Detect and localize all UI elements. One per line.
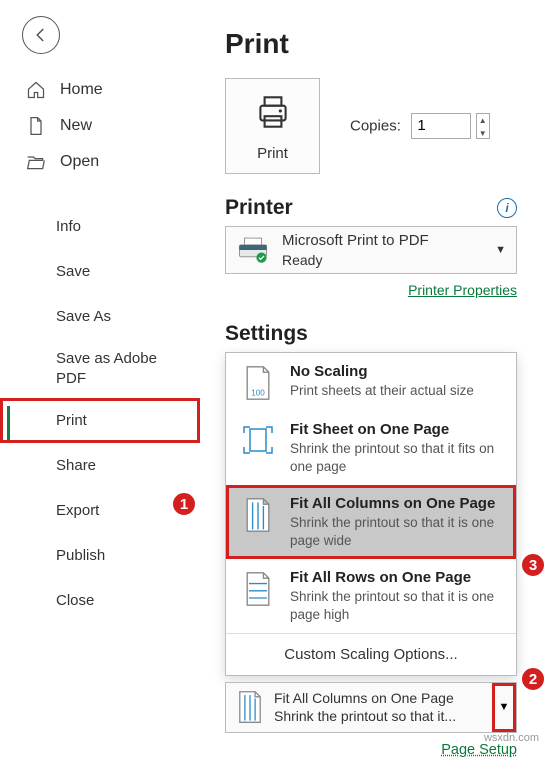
nav-new-label: New bbox=[60, 117, 92, 135]
fit-rows-icon bbox=[240, 571, 276, 607]
nav-sub-group: Info Save Save As Save as Adobe PDF Prin… bbox=[0, 204, 200, 623]
home-icon bbox=[26, 80, 46, 100]
nav-new[interactable]: New bbox=[0, 108, 200, 144]
page-actual-icon: 100 bbox=[240, 365, 276, 401]
copies-group: Copies: ▲ ▼ bbox=[350, 113, 490, 139]
printer-selector[interactable]: Microsoft Print to PDF Ready ▼ bbox=[225, 226, 517, 274]
arrow-left-icon bbox=[32, 26, 50, 44]
fit-columns-icon bbox=[236, 690, 264, 724]
nav-info[interactable]: Info bbox=[0, 204, 200, 249]
copies-input[interactable] bbox=[411, 113, 471, 139]
document-icon bbox=[26, 116, 46, 136]
option-fit-rows[interactable]: Fit All Rows on One Page Shrink the prin… bbox=[226, 559, 516, 633]
print-button-label: Print bbox=[257, 145, 288, 162]
printer-properties-link[interactable]: Printer Properties bbox=[408, 282, 517, 298]
copies-spinner[interactable]: ▲ ▼ bbox=[476, 113, 490, 139]
back-button[interactable] bbox=[22, 16, 60, 54]
scaling-dropdown-button[interactable]: ▼ bbox=[494, 685, 514, 729]
printer-device-icon bbox=[236, 233, 270, 267]
info-icon[interactable]: i bbox=[497, 198, 517, 218]
spinner-down-icon[interactable]: ▼ bbox=[477, 127, 489, 140]
option-no-scaling[interactable]: 100 No Scaling Print sheets at their act… bbox=[226, 353, 516, 411]
custom-scaling-link[interactable]: Custom Scaling Options... bbox=[226, 633, 516, 675]
nav-open[interactable]: Open bbox=[0, 144, 200, 180]
scaling-options-popup: 100 No Scaling Print sheets at their act… bbox=[225, 352, 517, 676]
folder-open-icon bbox=[26, 152, 46, 172]
annotation-badge-3: 3 bbox=[520, 552, 545, 578]
option-fit-sheet[interactable]: Fit Sheet on One Page Shrink the printou… bbox=[226, 411, 516, 485]
scaling-dropdown[interactable]: Fit All Columns on One Page Shrink the p… bbox=[225, 682, 517, 732]
option-title: Fit Sheet on One Page bbox=[290, 421, 506, 438]
current-scaling-sub: Shrink the printout so that it... bbox=[274, 707, 506, 725]
chevron-down-icon: ▼ bbox=[495, 244, 506, 256]
watermark: wsxdn.com bbox=[484, 732, 539, 744]
nav-home-label: Home bbox=[60, 81, 103, 99]
nav-save-adobe-pdf[interactable]: Save as Adobe PDF bbox=[0, 339, 200, 398]
option-sub: Shrink the printout so that it fits on o… bbox=[290, 440, 506, 475]
option-title: Fit All Rows on One Page bbox=[290, 569, 506, 586]
option-title: Fit All Columns on One Page bbox=[290, 495, 506, 512]
option-sub: Print sheets at their actual size bbox=[290, 382, 474, 400]
fit-sheet-icon bbox=[240, 423, 276, 459]
fit-columns-icon bbox=[240, 497, 276, 533]
settings-header: Settings bbox=[225, 322, 517, 346]
printer-icon bbox=[252, 91, 294, 133]
printer-status: Ready bbox=[282, 251, 429, 269]
spinner-up-icon[interactable]: ▲ bbox=[477, 114, 489, 127]
nav-open-label: Open bbox=[60, 153, 99, 171]
nav-close[interactable]: Close bbox=[0, 578, 200, 623]
svg-text:100: 100 bbox=[251, 389, 265, 398]
option-sub: Shrink the printout so that it is one pa… bbox=[290, 588, 506, 623]
print-panel: Print Print Copies: ▲ ▼ Printer i bbox=[225, 0, 517, 759]
annotation-badge-1: 1 bbox=[171, 491, 197, 517]
option-fit-columns[interactable]: Fit All Columns on One Page Shrink the p… bbox=[226, 485, 516, 559]
nav-print[interactable]: Print bbox=[0, 398, 200, 443]
nav-share[interactable]: Share bbox=[0, 443, 200, 488]
page-setup-link[interactable]: Page Setup bbox=[441, 742, 517, 758]
page-title: Print bbox=[225, 28, 517, 60]
chevron-down-icon: ▼ bbox=[499, 701, 510, 713]
nav-save-as[interactable]: Save As bbox=[0, 294, 200, 339]
option-sub: Shrink the printout so that it is one pa… bbox=[290, 514, 506, 549]
current-scaling-title: Fit All Columns on One Page bbox=[274, 689, 506, 707]
nav-home[interactable]: Home bbox=[0, 72, 200, 108]
nav-export[interactable]: Export bbox=[0, 488, 200, 533]
printer-name: Microsoft Print to PDF bbox=[282, 231, 429, 251]
annotation-badge-2: 2 bbox=[520, 666, 545, 692]
print-button[interactable]: Print bbox=[225, 78, 320, 174]
printer-header: Printer i bbox=[225, 196, 517, 220]
file-menu-sidebar: Home New Open Info Save Save As Save as … bbox=[0, 0, 200, 752]
nav-publish[interactable]: Publish bbox=[0, 533, 200, 578]
copies-label: Copies: bbox=[350, 117, 401, 134]
nav-save[interactable]: Save bbox=[0, 249, 200, 294]
option-title: No Scaling bbox=[290, 363, 474, 380]
